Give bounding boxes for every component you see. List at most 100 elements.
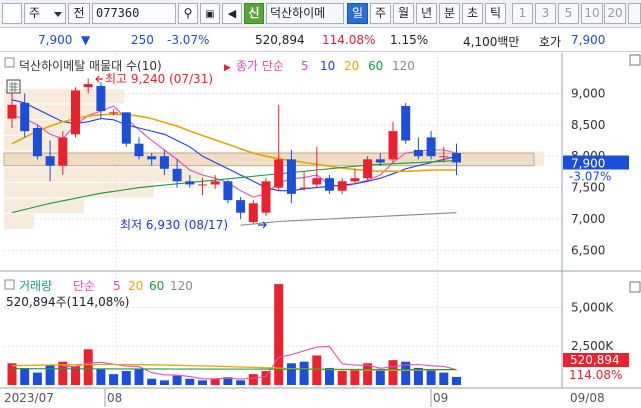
volume-bar[interactable] [20,367,30,385]
candle-body[interactable] [248,203,258,223]
stock-name-field[interactable]: 덕산하이메 [266,3,344,24]
stock-chart[interactable]: 9,0008,5008,0007,5007,0006,5005,000K2,50… [0,53,641,408]
search-button[interactable]: ⚲ [178,3,198,24]
down-arrow-icon: ▼ [81,33,91,47]
volume-bar[interactable] [172,375,182,385]
volume-bar[interactable] [325,367,334,385]
price-legend-ma-5: 5 [301,59,309,73]
volume-bar[interactable] [109,374,119,385]
candle-body[interactable] [121,112,131,144]
volume-bar[interactable] [312,355,322,385]
volume-bar[interactable] [134,369,144,385]
volume-bar[interactable] [286,363,296,385]
volume-bar[interactable] [439,372,449,385]
candle-body[interactable] [58,137,68,166]
volume-bar[interactable] [159,380,169,385]
candle-body[interactable] [452,153,461,163]
candle-body[interactable] [159,156,169,169]
candle-body[interactable] [286,159,296,194]
candle-body[interactable] [261,181,271,213]
candle-body[interactable] [337,181,347,191]
volume-panel-scroll-button[interactable] [629,281,641,293]
candle-body[interactable] [274,159,284,188]
volume-legend-checkbox[interactable] [4,279,15,290]
stock-code-input[interactable]: 077360 [92,3,176,24]
candle-body[interactable] [388,131,398,160]
candle-body[interactable] [375,159,385,163]
volume-bar[interactable] [147,378,157,385]
candle-body[interactable] [439,156,449,158]
period-button-1[interactable]: 주 [370,3,391,24]
period-button-6[interactable]: 틱 [485,3,506,24]
candle-body[interactable] [172,168,182,182]
volume-bar[interactable] [83,349,93,385]
volume-bar[interactable] [248,374,258,385]
candle-body[interactable] [426,137,436,157]
volume-bar[interactable] [7,363,17,385]
calendar-icon[interactable] [6,79,21,94]
legend-checkbox[interactable] [4,57,15,68]
jeon-button[interactable]: 전 [68,3,90,24]
candle-body[interactable] [350,178,360,182]
sound-button[interactable]: ◀ [222,3,242,24]
volume-bar[interactable] [96,369,106,385]
candle-body[interactable] [401,106,411,141]
volume-bar[interactable] [337,371,347,385]
volume-bar[interactable] [388,360,398,385]
volume-bar[interactable] [261,371,271,385]
period-button-3[interactable]: 년 [416,3,437,24]
volume-bar[interactable] [32,372,42,385]
price-panel-scroll-button[interactable] [629,54,641,66]
candle-body[interactable] [45,156,55,166]
candle-body[interactable] [299,187,309,189]
candle-body[interactable] [198,184,207,186]
volume-bar[interactable] [426,369,436,385]
period-dropdown[interactable]: 주 [24,3,66,24]
volume-bar[interactable] [452,376,461,385]
minute-button-10[interactable]: 10 [581,3,603,24]
volume-bar[interactable] [299,361,309,385]
period-button-4[interactable]: 분 [439,3,460,24]
candle-body[interactable] [71,90,80,135]
volume-bar[interactable] [274,284,284,385]
candle-body[interactable] [32,128,42,157]
candle-body[interactable] [96,85,106,112]
minute-button-3[interactable]: 3 [535,3,556,24]
candle-body[interactable] [210,181,220,185]
minute-button-5[interactable]: 5 [558,3,579,24]
candle-body[interactable] [134,143,144,157]
volume-bar[interactable] [45,364,55,385]
volume-bar[interactable] [350,369,360,385]
candle-body[interactable] [20,102,30,132]
candle-body[interactable] [236,200,246,213]
period-button-2[interactable]: 월 [393,3,414,24]
minute-button-20[interactable]: 20 [604,3,626,24]
candle-body[interactable] [223,181,233,201]
sin-button[interactable]: 신 [244,3,264,24]
candle-body[interactable] [147,156,157,160]
minute-button-1[interactable]: 1 [512,3,533,24]
price-change-pct: -3.07% [167,33,210,47]
volume-bar[interactable] [236,380,246,385]
lock-button[interactable]: ▣ [200,3,220,24]
search-icon: ⚲ [183,6,193,20]
candle-body[interactable] [312,178,322,185]
candle-body[interactable] [109,112,119,114]
volume-bar[interactable] [185,378,195,385]
period-button-0[interactable]: 일 [347,3,368,24]
candle-body[interactable] [325,178,334,191]
menu-checkbox[interactable] [2,3,22,24]
candle-body[interactable] [413,149,423,157]
volume-bar[interactable] [198,380,207,385]
speaker-icon: ◀ [227,7,237,20]
candle-body[interactable] [185,181,195,185]
minute-button-more[interactable] [628,3,641,24]
volume-bar[interactable] [121,371,131,385]
stock-code-value: 077360 [96,6,140,20]
volume-bar[interactable] [375,369,385,385]
candle-body[interactable] [83,84,93,88]
period-button-5[interactable]: 초 [462,3,483,24]
volume-bar[interactable] [210,378,220,385]
candle-body[interactable] [363,159,373,179]
candle-body[interactable] [7,104,17,119]
